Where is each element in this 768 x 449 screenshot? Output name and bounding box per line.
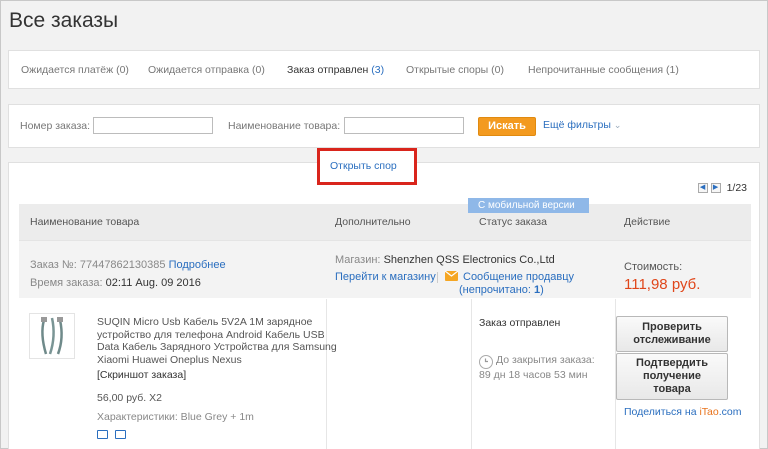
confirm-receipt-button[interactable]: Подтвердить получение товара xyxy=(616,353,728,400)
order-time-label: Время заказа: xyxy=(30,277,103,289)
tab-unread-messages[interactable]: Непрочитанные сообщения (1) xyxy=(528,64,679,76)
share-site-b: .com xyxy=(718,406,742,418)
tab-label: Заказ отправлен xyxy=(287,64,369,76)
product-thumbnail[interactable] xyxy=(29,313,75,359)
tab-label: Ожидается платёж xyxy=(21,64,114,76)
unread-suffix: ) xyxy=(540,284,544,296)
order-number-input[interactable] xyxy=(93,117,213,134)
store-name: Shenzhen QSS Electronics Co.,Ltd xyxy=(383,254,555,266)
store-link[interactable]: Перейти к магазину xyxy=(335,271,436,283)
product-name-line: Xiaomi Huawei Oneplus Nexus xyxy=(97,353,242,366)
order-cost: 111,98 руб. xyxy=(624,276,701,293)
column-header-product: Наименование товара xyxy=(30,216,140,228)
page-title: Все заказы xyxy=(9,9,119,32)
button-line: Проверить xyxy=(642,321,702,333)
card-icon xyxy=(115,430,126,439)
product-name-label: Наименование товара: xyxy=(228,120,341,132)
tab-count: (0) xyxy=(116,64,129,76)
tab-open-disputes[interactable]: Открытые споры (0) xyxy=(406,64,504,76)
order-time: Время заказа: 02:11 Aug. 09 2016 xyxy=(30,277,201,289)
status-text: Заказ отправлен xyxy=(479,317,561,329)
button-line: Подтвердить xyxy=(636,357,708,369)
column-divider xyxy=(471,299,472,449)
order-snapshot-link[interactable]: [Скриншот заказа] xyxy=(97,369,186,381)
track-shipment-button[interactable]: Проверить отслеживание xyxy=(616,316,728,352)
page-indicator: 1/23 xyxy=(726,182,747,194)
order-number-label: Заказ №: xyxy=(30,259,77,271)
store-line: Магазин: Shenzhen QSS Electronics Co.,Lt… xyxy=(335,254,555,266)
product-name-link[interactable]: SUQIN Micro Usb Кабель 5V2A 1M зарядное … xyxy=(97,316,337,366)
product-name-line: устройство для телефона Android Кабель U… xyxy=(97,328,325,341)
share-prefix: Поделиться на xyxy=(624,406,700,418)
more-filters-label: Ещё фильтры xyxy=(543,119,611,131)
column-header-extra: Дополнительно xyxy=(335,216,411,228)
product-attributes: Характеристики: Blue Grey + 1m xyxy=(97,411,254,423)
delivery-icon xyxy=(97,430,108,439)
button-line: получение xyxy=(642,370,702,382)
product-price: 56,00 руб. X2 xyxy=(97,392,162,404)
unread-prefix: (непрочитано: xyxy=(459,284,535,296)
order-time-value: 02:11 Aug. 09 2016 xyxy=(105,277,201,289)
clock-icon xyxy=(479,355,493,369)
order-number: Заказ №: 77447862130385 Подробнее xyxy=(30,259,226,271)
mobile-version-badge: С мобильной версии xyxy=(468,198,589,213)
store-label: Магазин: xyxy=(335,254,381,266)
tab-label: Открытые споры xyxy=(406,64,489,76)
column-header-action: Действие xyxy=(624,216,671,228)
product-name-input[interactable] xyxy=(344,117,464,134)
order-tabs: Ожидается платёж (0) Ожидается отправка … xyxy=(8,50,760,89)
next-page-icon[interactable]: ▶ xyxy=(710,183,721,193)
tab-awaiting-payment[interactable]: Ожидается платёж (0) xyxy=(21,64,129,76)
tab-count: (1) xyxy=(666,64,679,76)
tab-count: (3) xyxy=(371,64,385,76)
product-name-line: Data Кабель Зарядного Устройства для Sam… xyxy=(97,341,337,353)
pagination: ◀ ▶ 1/23 xyxy=(697,182,747,194)
column-header-status: Статус заказа xyxy=(479,216,547,228)
tab-awaiting-shipment[interactable]: Ожидается отправка (0) xyxy=(148,64,265,76)
chevron-down-icon: ⌄ xyxy=(613,120,622,130)
share-link[interactable]: Поделиться на iTao.com xyxy=(624,406,742,418)
open-dispute-button[interactable]: Открыть спор xyxy=(317,148,417,185)
button-line: товара xyxy=(653,383,691,395)
message-seller-link[interactable]: Сообщение продавцу xyxy=(463,271,574,283)
search-button[interactable]: Искать xyxy=(478,117,536,136)
order-info-row: Заказ №: 77447862130385 Подробнее Время … xyxy=(19,240,751,298)
button-line: отслеживание xyxy=(633,334,711,346)
search-panel: Номер заказа: Наименование товара: Искат… xyxy=(8,104,760,148)
tab-shipped[interactable]: Заказ отправлен (3) xyxy=(287,64,384,76)
order-number-label: Номер заказа: xyxy=(20,120,91,132)
tab-label: Ожидается отправка xyxy=(148,64,250,76)
envelope-icon xyxy=(444,270,459,281)
prev-page-icon[interactable]: ◀ xyxy=(697,183,708,193)
order-details-link[interactable]: Подробнее xyxy=(169,259,226,271)
table-header: Наименование товара Дополнительно Статус… xyxy=(19,204,751,240)
divider xyxy=(437,272,438,283)
closing-label: До закрытия заказа: xyxy=(496,354,595,366)
tab-label: Непрочитанные сообщения xyxy=(528,64,664,76)
share-site-a: iTao xyxy=(699,406,719,418)
open-dispute-label: Открыть спор xyxy=(330,160,397,172)
cost-label: Стоимость: xyxy=(624,261,683,273)
tab-count: (0) xyxy=(491,64,504,76)
order-number-value: 77447862130385 xyxy=(79,259,166,271)
product-name-line: SUQIN Micro Usb Кабель 5V2A 1M зарядное xyxy=(97,316,313,328)
tab-count: (0) xyxy=(252,64,265,76)
more-filters-link[interactable]: Ещё фильтры ⌄ xyxy=(543,119,621,131)
closing-countdown: 89 дн 18 часов 53 мин xyxy=(479,369,588,381)
unread-messages-link[interactable]: (непрочитано: 1) xyxy=(459,284,544,296)
